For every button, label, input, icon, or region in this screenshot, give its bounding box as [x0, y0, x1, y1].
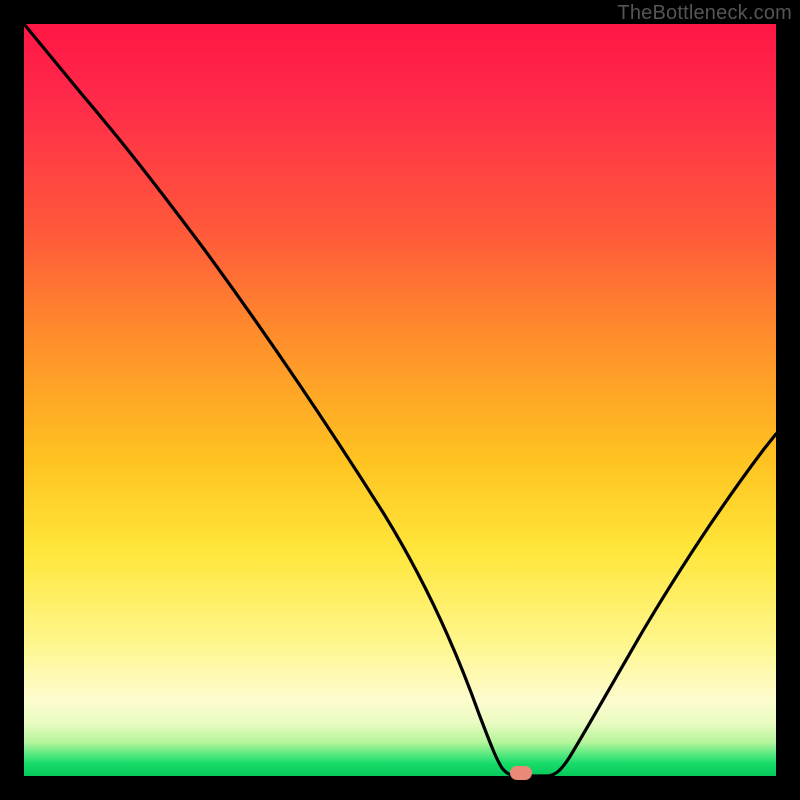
optimal-marker — [510, 766, 532, 780]
watermark-text: TheBottleneck.com — [617, 2, 792, 25]
bottleneck-curve — [24, 24, 776, 776]
curve-path — [24, 24, 776, 776]
chart-frame: TheBottleneck.com — [0, 0, 800, 800]
plot-area — [24, 24, 776, 776]
